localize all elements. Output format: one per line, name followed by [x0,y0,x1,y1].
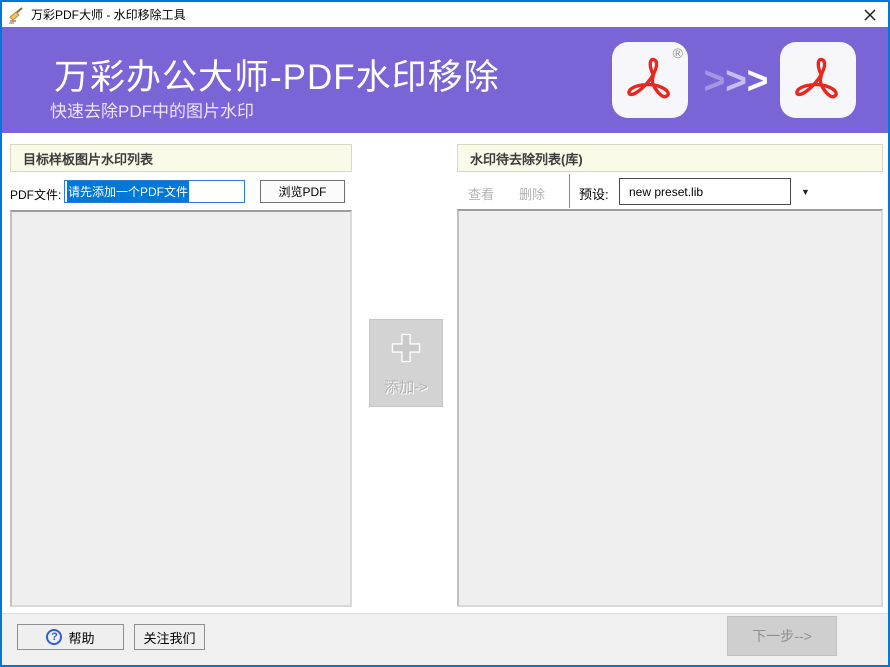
pdf-file-label: PDF文件: [10,186,61,203]
library-watermark-list[interactable] [457,209,883,607]
pdf-result-tile [780,42,856,118]
follow-us-button[interactable]: 关注我们 [134,624,205,650]
footer-bar: ? 帮助 关注我们 下一步--> [2,613,888,665]
adobe-pdf-icon [623,53,677,107]
toolbar-separator [569,174,570,208]
app-window: 万彩PDF大师 - 水印移除工具 万彩办公大师-PDF水印移除 快速去除PDF中… [0,0,890,667]
registered-mark: ® [673,45,683,61]
pdf-source-tile: ® [612,42,688,118]
pdf-file-input-selected-text: 请先添加一个PDF文件 [67,181,189,202]
banner-title: 万彩办公大师-PDF水印移除 [54,49,500,100]
preset-combobox[interactable]: new preset.lib [619,178,791,205]
help-button[interactable]: ? 帮助 [17,624,124,650]
library-panel-title: 水印待去除列表(库) [457,144,883,172]
banner-subtitle: 快速去除PDF中的图片水印 [50,97,254,122]
preset-label: 预设: [579,184,609,203]
chevron-icon: > [704,61,726,100]
chevron-icon: > [747,61,769,100]
chevron-down-icon[interactable]: ▼ [801,187,810,197]
browse-pdf-button[interactable]: 浏览PDF [260,180,345,203]
view-button[interactable]: 查看 [468,184,494,203]
title-bar: 万彩PDF大师 - 水印移除工具 [2,2,888,27]
target-panel-title: 目标样板图片水印列表 [10,144,352,172]
chevron-icon: > [725,61,747,100]
window-title: 万彩PDF大师 - 水印移除工具 [31,6,186,23]
target-watermark-list[interactable] [10,210,352,607]
app-banner: 万彩办公大师-PDF水印移除 快速去除PDF中的图片水印 ® > > > [2,27,888,133]
transform-arrows: > > > [696,53,776,107]
pdf-file-input[interactable]: 请先添加一个PDF文件 [64,180,245,203]
add-button[interactable]: 添加-> [369,319,443,407]
adobe-pdf-icon [791,53,845,107]
next-step-button[interactable]: 下一步--> [727,616,837,656]
help-button-label: 帮助 [68,628,94,647]
close-icon[interactable] [857,5,883,25]
broom-icon [7,6,25,24]
plus-icon [387,329,425,367]
help-icon: ? [46,629,62,645]
add-button-label: 添加-> [384,376,428,397]
delete-button[interactable]: 删除 [519,184,545,203]
